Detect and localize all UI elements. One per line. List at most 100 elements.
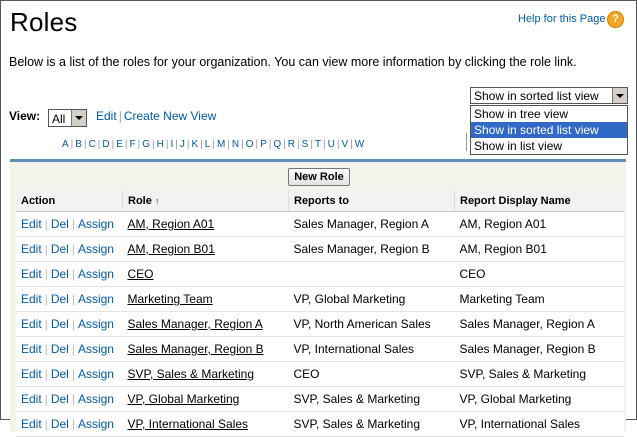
row-actions: Edit | Del | Assign xyxy=(16,361,123,387)
delete-link[interactable]: Del xyxy=(51,317,69,331)
alpha-filter-h[interactable]: H xyxy=(157,139,164,150)
alpha-filter-m[interactable]: M xyxy=(217,139,225,150)
role-cell: AM, Region A01 xyxy=(122,211,289,237)
chevron-down-icon[interactable] xyxy=(71,110,86,126)
table-row: Edit | Del | Assign Sales Manager, Region A VP… xyxy=(16,311,624,337)
alpha-filter-c[interactable]: C xyxy=(89,139,96,150)
row-actions: Edit | Del | Assign xyxy=(16,386,123,412)
alpha-filter-p[interactable]: P xyxy=(260,139,267,150)
alpha-filter-i[interactable]: I xyxy=(170,139,173,150)
assign-link[interactable]: Assign xyxy=(78,317,114,331)
alpha-filter-v[interactable]: V xyxy=(341,139,348,150)
reports-to-cell: CEO xyxy=(288,361,455,387)
header-display-name[interactable]: Report Display Name xyxy=(454,190,624,212)
delete-link[interactable]: Del xyxy=(51,392,69,406)
alpha-filter-a[interactable]: A xyxy=(62,139,69,150)
role-link[interactable]: CEO xyxy=(128,267,154,281)
delete-link[interactable]: Del xyxy=(51,342,69,356)
delete-link[interactable]: Del xyxy=(51,217,69,231)
help-icon[interactable]: ? xyxy=(607,11,624,28)
help-link[interactable]: Help for this Page xyxy=(518,13,605,25)
reports-to-cell: SVP, Sales & Marketing xyxy=(288,411,455,437)
edit-link[interactable]: Edit xyxy=(21,417,42,431)
row-actions: Edit | Del | Assign xyxy=(16,336,123,362)
role-link[interactable]: SVP, Sales & Marketing xyxy=(128,367,255,381)
row-actions: Edit | Del | Assign xyxy=(16,311,123,337)
role-link[interactable]: AM, Region B01 xyxy=(128,242,215,256)
display-name-cell: CEO xyxy=(454,261,624,287)
alpha-filter-r[interactable]: R xyxy=(288,139,295,150)
header-reports-to[interactable]: Reports to xyxy=(288,190,455,212)
alpha-filter-w[interactable]: W xyxy=(355,139,364,150)
edit-link[interactable]: Edit xyxy=(21,367,42,381)
delete-link[interactable]: Del xyxy=(51,242,69,256)
edit-link[interactable]: Edit xyxy=(21,392,42,406)
alpha-separator: | xyxy=(137,139,141,150)
alpha-separator: | xyxy=(111,139,115,150)
view-label: View: xyxy=(9,109,41,123)
option-tree-view[interactable]: Show in tree view xyxy=(471,106,627,122)
alpha-filter-j[interactable]: J xyxy=(180,139,185,150)
alpha-filter-k[interactable]: K xyxy=(191,139,198,150)
alpha-filter-s[interactable]: S xyxy=(302,139,309,150)
edit-link[interactable]: Edit xyxy=(21,317,42,331)
alpha-filter-t[interactable]: T xyxy=(315,139,321,150)
edit-link[interactable]: Edit xyxy=(21,292,42,306)
row-actions: Edit | Del | Assign xyxy=(16,236,123,262)
option-list-view[interactable]: Show in list view xyxy=(471,138,627,154)
assign-link[interactable]: Assign xyxy=(78,292,114,306)
alpha-filter-n[interactable]: N xyxy=(232,139,239,150)
alpha-filter-b[interactable]: B xyxy=(75,139,82,150)
assign-link[interactable]: Assign xyxy=(78,392,114,406)
delete-link[interactable]: Del xyxy=(51,417,69,431)
role-cell: Sales Manager, Region B xyxy=(122,336,289,362)
assign-link[interactable]: Assign xyxy=(78,267,114,281)
delete-link[interactable]: Del xyxy=(51,367,69,381)
display-name-cell: AM, Region A01 xyxy=(454,211,624,237)
edit-link[interactable]: Edit xyxy=(21,242,42,256)
role-link[interactable]: AM, Region A01 xyxy=(128,217,215,231)
alpha-filter-g[interactable]: G xyxy=(142,139,150,150)
alpha-separator: | xyxy=(186,139,190,150)
alpha-filter-q[interactable]: Q xyxy=(273,139,281,150)
view-select[interactable]: All xyxy=(48,109,87,127)
create-view-link[interactable]: Create New View xyxy=(124,109,216,123)
table-header-row: Action Role ↑ Reports to Report Display N… xyxy=(16,190,624,212)
alpha-filter-d[interactable]: D xyxy=(102,139,109,150)
new-role-button[interactable]: New Role xyxy=(288,168,350,186)
assign-link[interactable]: Assign xyxy=(78,342,114,356)
assign-link[interactable]: Assign xyxy=(78,217,114,231)
delete-link[interactable]: Del xyxy=(51,292,69,306)
alpha-separator: | xyxy=(310,139,313,150)
display-name-cell: SVP, Sales & Marketing xyxy=(454,361,624,387)
role-link[interactable]: VP, International Sales xyxy=(128,417,249,431)
delete-link[interactable]: Del xyxy=(51,267,69,281)
assign-link[interactable]: Assign xyxy=(78,242,114,256)
option-sorted-list-view[interactable]: Show in sorted list view xyxy=(471,122,627,138)
alpha-filter-o[interactable]: O xyxy=(246,139,254,150)
edit-view-link[interactable]: Edit xyxy=(96,109,117,123)
alpha-filter-f[interactable]: F xyxy=(130,139,136,150)
edit-link[interactable]: Edit xyxy=(21,217,42,231)
role-link[interactable]: Sales Manager, Region B xyxy=(128,342,264,356)
sort-ascending-icon: ↑ xyxy=(154,195,160,206)
role-link[interactable]: Marketing Team xyxy=(128,292,213,306)
assign-link[interactable]: Assign xyxy=(78,367,114,381)
role-link[interactable]: Sales Manager, Region A xyxy=(128,317,263,331)
alpha-separator: | xyxy=(175,139,178,150)
header-role[interactable]: Role ↑ xyxy=(122,190,289,212)
page-title: Roles xyxy=(10,7,78,37)
edit-link[interactable]: Edit xyxy=(21,267,42,281)
reports-to-cell: VP, North American Sales xyxy=(288,311,455,337)
alpha-filter-l[interactable]: L xyxy=(205,139,211,150)
alpha-filter-e[interactable]: E xyxy=(116,139,123,150)
chevron-down-icon[interactable] xyxy=(612,88,627,103)
view-selected: All xyxy=(52,112,66,126)
reports-to-cell: Sales Manager, Region A xyxy=(288,211,455,237)
role-link[interactable]: VP, Global Marketing xyxy=(128,392,240,406)
alpha-filter-u[interactable]: U xyxy=(328,139,335,150)
show-view-select[interactable]: Show in sorted list view xyxy=(470,87,628,104)
edit-link[interactable]: Edit xyxy=(21,342,42,356)
assign-link[interactable]: Assign xyxy=(78,417,114,431)
alpha-separator: | xyxy=(283,139,286,150)
